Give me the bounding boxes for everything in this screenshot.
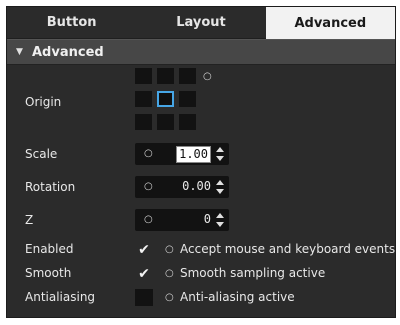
scale-reset-dot[interactable]: ○ [144,148,153,159]
properties-panel: Button Layout Advanced ▼ Advanced Origin… [6,6,396,318]
origin-middle-center[interactable] [157,91,174,107]
scale-value[interactable]: 1.00 [176,146,211,163]
antialiasing-reset-dot[interactable]: ○ [165,292,174,303]
scale-field[interactable]: ○ 1.00 [135,143,229,165]
enabled-checkbox[interactable]: ✔ [135,241,153,258]
rotation-value[interactable]: 0.00 [182,179,211,193]
section-header-advanced[interactable]: ▼ Advanced [7,39,395,65]
antialiasing-description: Anti-aliasing active [180,290,295,304]
antialiasing-label: Antialiasing [25,290,96,304]
origin-middle-right[interactable] [179,91,196,107]
chevron-down-icon[interactable]: ▼ [16,47,30,57]
origin-top-center[interactable] [157,68,174,84]
antialiasing-checkbox[interactable] [135,289,153,306]
scale-label: Scale [25,147,58,161]
origin-middle-left[interactable] [135,91,152,107]
tab-layout[interactable]: Layout [136,7,266,39]
rotation-reset-dot[interactable]: ○ [144,181,153,192]
rotation-stepper[interactable] [216,179,225,195]
origin-top-left[interactable] [135,68,152,84]
section-title: Advanced [32,44,104,60]
origin-top-right[interactable] [179,68,196,84]
origin-bottom-left[interactable] [135,114,152,130]
origin-bottom-right[interactable] [179,114,196,130]
origin-bottom-center[interactable] [157,114,174,130]
z-label: Z [25,213,34,227]
tab-bar: Button Layout Advanced [7,7,395,39]
tab-button[interactable]: Button [7,7,137,39]
z-value[interactable]: 0 [204,212,211,226]
rotation-field[interactable]: ○ 0.00 [135,176,229,198]
enabled-reset-dot[interactable]: ○ [165,244,174,255]
enabled-description: Accept mouse and keyboard events [180,242,396,256]
scale-stepper[interactable] [216,146,225,162]
z-reset-dot[interactable]: ○ [144,214,153,225]
smooth-reset-dot[interactable]: ○ [165,268,174,279]
smooth-checkbox[interactable]: ✔ [135,265,153,282]
smooth-label: Smooth [25,266,72,280]
checkmark-icon: ✔ [138,265,150,282]
z-stepper[interactable] [216,212,225,228]
tab-advanced[interactable]: Advanced [265,7,395,39]
rotation-label: Rotation [25,180,76,194]
smooth-description: Smooth sampling active [180,266,326,280]
checkmark-icon: ✔ [138,241,150,258]
origin-label: Origin [25,95,62,109]
enabled-label: Enabled [25,242,74,256]
z-field[interactable]: ○ 0 [135,209,229,231]
origin-reset-dot[interactable]: ○ [203,72,212,82]
